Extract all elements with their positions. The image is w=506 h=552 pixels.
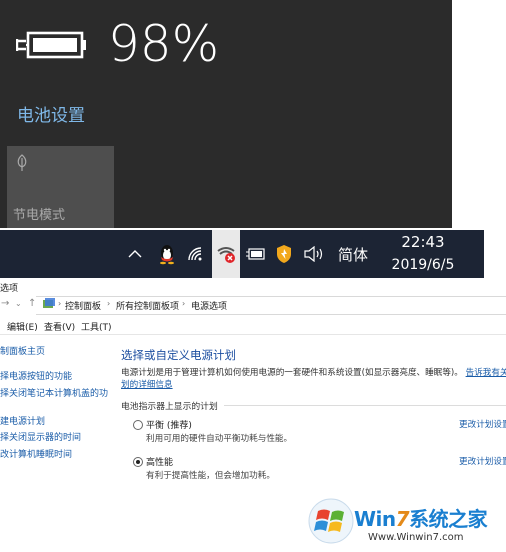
window-title: 选项 (0, 284, 19, 294)
chevron-down-icon[interactable]: ⌄ (15, 299, 22, 308)
plan-balanced-desc: 利用可用的硬件自动平衡功耗与性能。 (146, 434, 293, 444)
forward-arrow-icon[interactable]: → (1, 298, 9, 309)
menu-edit[interactable]: 编辑(E) (7, 320, 38, 333)
breadcrumb-control-panel[interactable]: 控制面板 (65, 299, 101, 312)
watermark-win: Win (354, 507, 396, 531)
watermark-url: Www.Winwin7.com (368, 532, 464, 543)
background-area (484, 230, 506, 278)
leaf-icon (16, 154, 28, 176)
watermark-seven: 7 (395, 507, 410, 531)
ime-indicator[interactable]: 简体 (338, 244, 368, 265)
divider (0, 334, 506, 335)
battery-flyout: 98% 电池设置 节电模式 (0, 0, 452, 228)
volume-icon[interactable] (300, 230, 328, 278)
learn-more-link-continued[interactable]: 划的详细信息 (121, 378, 173, 390)
description-line: 电源计划是用于管理计算机如何使用电源的一套硬件和系统设置(如显示器亮度、睡眠等)… (121, 368, 463, 378)
battery-saver-label: 节电模式 (13, 208, 66, 223)
battery-percentage: 98% (108, 15, 220, 73)
plan-balanced-radio[interactable] (133, 420, 143, 430)
wifi-icon[interactable] (184, 230, 208, 278)
watermark-brand-rest: 系统之家 (409, 507, 488, 531)
watermark-brand: Win7系统之家 (354, 503, 488, 532)
learn-more-link[interactable]: 告诉我有关电源 (466, 368, 506, 378)
breadcrumb-separator: › (58, 299, 62, 308)
sidebar-display-off-time[interactable]: 择关闭显示器的时间 (0, 430, 81, 443)
menu-tools[interactable]: 工具(T) (81, 320, 112, 333)
shield-icon[interactable] (272, 230, 296, 278)
network-error-icon[interactable] (212, 230, 240, 278)
address-bar: → ⌄ ↑ › 控制面板 › 所有控制面板项 › 电源选项 (0, 296, 506, 315)
control-panel-icon (42, 297, 56, 314)
plan-high-performance-edit-link[interactable]: 更改计划设置 (459, 455, 506, 467)
windows-logo-icon (307, 497, 355, 549)
sidebar-lid-close-function[interactable]: 择关闭笔记本计算机盖的功 (0, 386, 108, 399)
sidebar-sleep-time[interactable]: 改计算机睡眠时间 (0, 447, 72, 460)
breadcrumb-separator: › (182, 299, 186, 308)
divider (224, 405, 506, 406)
battery-saver-tile[interactable]: 节电模式 (7, 146, 114, 228)
plan-high-performance-name[interactable]: 高性能 (146, 455, 173, 468)
breadcrumb-separator: › (107, 299, 111, 308)
sidebar-control-panel-home[interactable]: 制面板主页 (0, 344, 45, 357)
plan-group-label: 电池指示器上显示的计划 (121, 402, 218, 412)
plan-high-performance-radio[interactable] (133, 457, 143, 467)
breadcrumb-power-options[interactable]: 电源选项 (191, 299, 227, 312)
menu-view[interactable]: 查看(V) (44, 320, 75, 333)
chevron-up-icon[interactable] (124, 230, 146, 278)
qq-icon[interactable] (154, 230, 180, 278)
breadcrumb-all-items[interactable]: 所有控制面板项 (116, 299, 179, 312)
background-area (452, 0, 506, 228)
clock-time[interactable]: 22:43 (393, 233, 453, 251)
plan-balanced-name[interactable]: 平衡 (推荐) (146, 418, 192, 431)
clock-date[interactable]: 2019/6/5 (382, 257, 464, 273)
page-title: 选择或自定义电源计划 (121, 348, 236, 362)
battery-settings-link[interactable]: 电池设置 (17, 101, 85, 126)
taskbar: 简体 22:43 2019/6/5 (0, 230, 484, 278)
plan-high-performance-desc: 有利于提高性能，但会增加功耗。 (146, 471, 275, 481)
sidebar-create-power-plan[interactable]: 建电源计划 (0, 414, 45, 427)
battery-charging-icon (15, 28, 88, 66)
plan-balanced-edit-link[interactable]: 更改计划设置 (459, 418, 506, 430)
sidebar-power-button-function[interactable]: 择电源按钮的功能 (0, 369, 72, 382)
description-text: 电源计划是用于管理计算机如何使用电源的一套硬件和系统设置(如显示器亮度、睡眠等)… (121, 366, 506, 378)
battery-icon[interactable] (244, 230, 268, 278)
